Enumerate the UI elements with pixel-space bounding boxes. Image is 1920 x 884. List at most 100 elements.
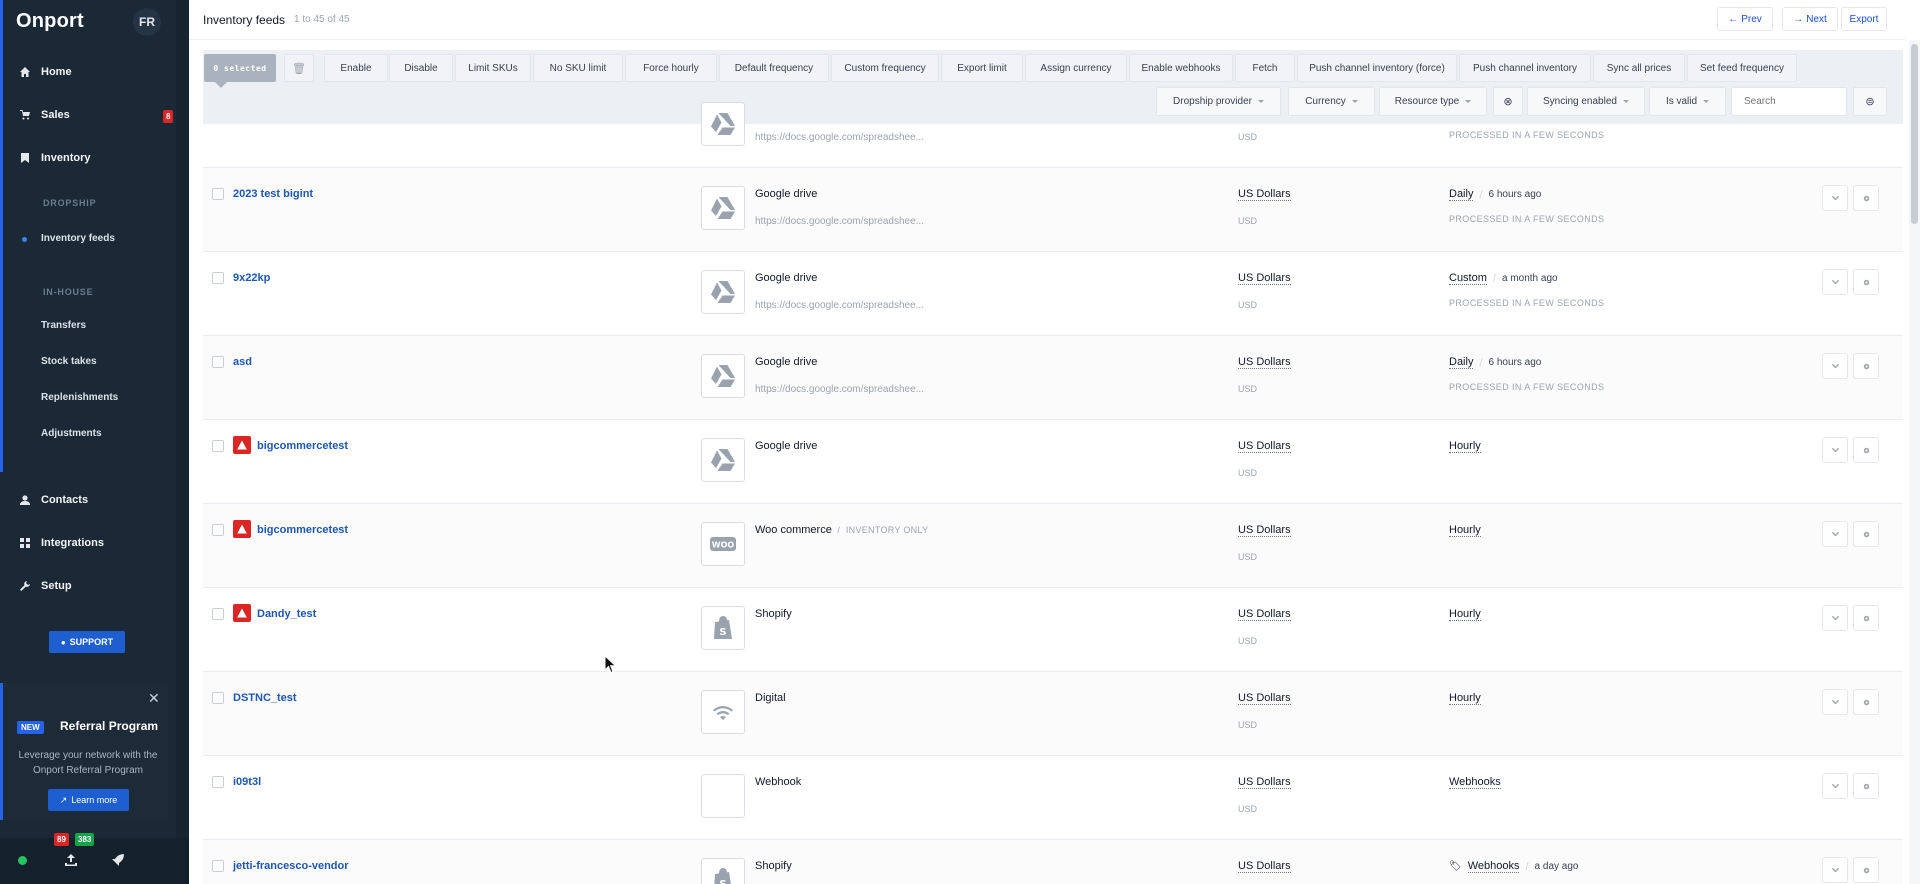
row-checkbox[interactable] bbox=[212, 440, 224, 452]
enable-button[interactable]: Enable bbox=[324, 54, 388, 82]
settings-button[interactable] bbox=[1853, 353, 1879, 379]
nav-home[interactable]: Home bbox=[20, 66, 72, 78]
no-sku-limit-button[interactable]: No SKU limit bbox=[533, 54, 623, 82]
nav-inventory[interactable]: Inventory bbox=[20, 152, 91, 164]
nav-sales[interactable]: Sales bbox=[20, 109, 70, 121]
prev-button[interactable]: ← Prev bbox=[1717, 7, 1773, 31]
nav-contacts[interactable]: Contacts bbox=[20, 494, 88, 506]
feed-name-link[interactable]: jetti-francesco-vendor bbox=[233, 860, 349, 872]
next-button[interactable]: → Next bbox=[1782, 7, 1838, 31]
feed-name-link[interactable]: 9x22kp bbox=[233, 272, 270, 284]
currency-name[interactable]: US Dollars bbox=[1238, 608, 1291, 621]
feed-name-link[interactable]: asd bbox=[233, 356, 252, 368]
currency-name[interactable]: US Dollars bbox=[1238, 776, 1291, 789]
row-checkbox[interactable] bbox=[212, 272, 224, 284]
upload-icon[interactable] bbox=[65, 853, 77, 866]
language-switch[interactable]: FR bbox=[133, 8, 161, 36]
source-url-link[interactable]: https://docs.google.com/spreadshee... bbox=[755, 300, 924, 311]
frequency-label[interactable]: Hourly bbox=[1449, 524, 1481, 537]
scrollbar-thumb[interactable] bbox=[1911, 44, 1918, 224]
assign-currency-button[interactable]: Assign currency bbox=[1025, 54, 1127, 82]
expand-button[interactable] bbox=[1822, 353, 1848, 379]
settings-button[interactable] bbox=[1853, 269, 1879, 295]
settings-button[interactable] bbox=[1853, 689, 1879, 715]
table-row[interactable]: 2023 test bigint Google drive https://docs… bbox=[203, 168, 1903, 252]
source-url-link[interactable]: https://docs.google.com/spreadshee... bbox=[755, 132, 924, 143]
set-feed-frequency-button[interactable]: Set feed frequency bbox=[1687, 54, 1797, 82]
fetch-button[interactable]: Fetch bbox=[1235, 54, 1295, 82]
table-row[interactable]: jetti-francesco-vendor S Shopify US Dollars… bbox=[203, 840, 1903, 884]
source-url-link[interactable]: https://docs.google.com/spreadshee... bbox=[755, 216, 924, 227]
support-button[interactable]: ● SUPPORT bbox=[49, 631, 125, 653]
expand-button[interactable] bbox=[1822, 437, 1848, 463]
logo[interactable]: Onport bbox=[16, 10, 84, 33]
push-channel-inventory-force-button[interactable]: Push channel inventory (force) bbox=[1297, 54, 1457, 82]
settings-button[interactable] bbox=[1853, 773, 1879, 799]
error-count-badge[interactable]: 89 bbox=[54, 833, 69, 846]
nav-inventory-feeds[interactable]: Inventory feeds bbox=[41, 233, 115, 244]
expand-button[interactable] bbox=[1822, 185, 1848, 211]
push-channel-inventory-button[interactable]: Push channel inventory bbox=[1459, 54, 1591, 82]
table-row[interactable]: bigcommercetest WOO Woo commerce / INVENTO… bbox=[203, 504, 1903, 588]
table-row[interactable]: Dandy_test S Shopify US Dollars USD Hourly bbox=[203, 588, 1903, 672]
nav-transfers[interactable]: Transfers bbox=[41, 320, 86, 331]
expand-button[interactable] bbox=[1822, 689, 1848, 715]
settings-button[interactable] bbox=[1853, 521, 1879, 547]
row-checkbox[interactable] bbox=[212, 524, 224, 536]
nav-integrations[interactable]: Integrations bbox=[20, 537, 104, 549]
expand-button[interactable] bbox=[1822, 773, 1848, 799]
expand-button[interactable] bbox=[1822, 269, 1848, 295]
currency-name[interactable]: US Dollars bbox=[1238, 188, 1291, 201]
enable-webhooks-button[interactable]: Enable webhooks bbox=[1129, 54, 1233, 82]
feed-name-link[interactable]: bigcommercetest bbox=[257, 524, 348, 536]
expand-button[interactable] bbox=[1822, 521, 1848, 547]
success-count-badge[interactable]: 383 bbox=[75, 833, 95, 846]
row-checkbox[interactable] bbox=[212, 860, 224, 872]
currency-name[interactable]: US Dollars bbox=[1238, 692, 1291, 705]
feed-name-link[interactable]: 2023 test bigint bbox=[233, 188, 313, 200]
frequency-label[interactable]: Hourly bbox=[1449, 608, 1481, 621]
row-checkbox[interactable] bbox=[212, 692, 224, 704]
rocket-icon[interactable] bbox=[112, 853, 124, 866]
frequency-label[interactable]: Webhooks bbox=[1467, 860, 1520, 873]
table-row[interactable]: asd Google drive https://docs.google.com/s… bbox=[203, 336, 1903, 420]
row-checkbox[interactable] bbox=[212, 776, 224, 788]
export-limit-button[interactable]: Export limit bbox=[941, 54, 1023, 82]
row-checkbox[interactable] bbox=[212, 188, 224, 200]
settings-button[interactable] bbox=[1853, 185, 1879, 211]
row-checkbox[interactable] bbox=[212, 608, 224, 620]
row-checkbox[interactable] bbox=[212, 356, 224, 368]
table-row[interactable]: DSTNC_test Digital US Dollars USD Hourly bbox=[203, 672, 1903, 756]
frequency-label[interactable]: Webhooks bbox=[1449, 776, 1501, 789]
expand-button[interactable] bbox=[1822, 857, 1848, 883]
nav-setup[interactable]: Setup bbox=[20, 580, 72, 592]
table-row[interactable]: https://docs.google.com/spreadshee... USD… bbox=[203, 84, 1903, 168]
currency-name[interactable]: US Dollars bbox=[1238, 860, 1291, 873]
delete-button[interactable]: 🗑 bbox=[284, 54, 314, 82]
sync-all-prices-button[interactable]: Sync all prices bbox=[1593, 54, 1685, 82]
limit-skus-button[interactable]: Limit SKUs bbox=[455, 54, 531, 82]
nav-stock-takes[interactable]: Stock takes bbox=[41, 356, 97, 367]
currency-name[interactable]: US Dollars bbox=[1238, 524, 1291, 537]
nav-adjustments[interactable]: Adjustments bbox=[41, 428, 102, 439]
frequency-label[interactable]: Daily bbox=[1449, 356, 1474, 369]
table-row[interactable]: 9x22kp Google drive https://docs.google.co… bbox=[203, 252, 1903, 336]
currency-name[interactable]: US Dollars bbox=[1238, 272, 1291, 285]
feed-name-link[interactable]: i09t3l bbox=[233, 776, 261, 788]
expand-button[interactable] bbox=[1822, 605, 1848, 631]
force-hourly-button[interactable]: Force hourly bbox=[625, 54, 717, 82]
export-button[interactable]: Export bbox=[1841, 7, 1887, 31]
frequency-label[interactable]: Daily bbox=[1449, 188, 1474, 201]
feed-name-link[interactable]: Dandy_test bbox=[257, 608, 316, 620]
currency-name[interactable]: US Dollars bbox=[1238, 440, 1291, 453]
learn-more-button[interactable]: ↗ Learn more bbox=[48, 789, 129, 811]
frequency-label[interactable]: Hourly bbox=[1449, 440, 1481, 453]
table-row[interactable]: i09t3l Webhook US Dollars USD Webhooks bbox=[203, 756, 1903, 840]
feed-name-link[interactable]: bigcommercetest bbox=[257, 440, 348, 452]
frequency-label[interactable]: Hourly bbox=[1449, 692, 1481, 705]
disable-button[interactable]: Disable bbox=[389, 54, 453, 82]
settings-button[interactable] bbox=[1853, 605, 1879, 631]
default-frequency-button[interactable]: Default frequency bbox=[719, 54, 829, 82]
settings-button[interactable] bbox=[1853, 857, 1879, 883]
settings-button[interactable] bbox=[1853, 437, 1879, 463]
